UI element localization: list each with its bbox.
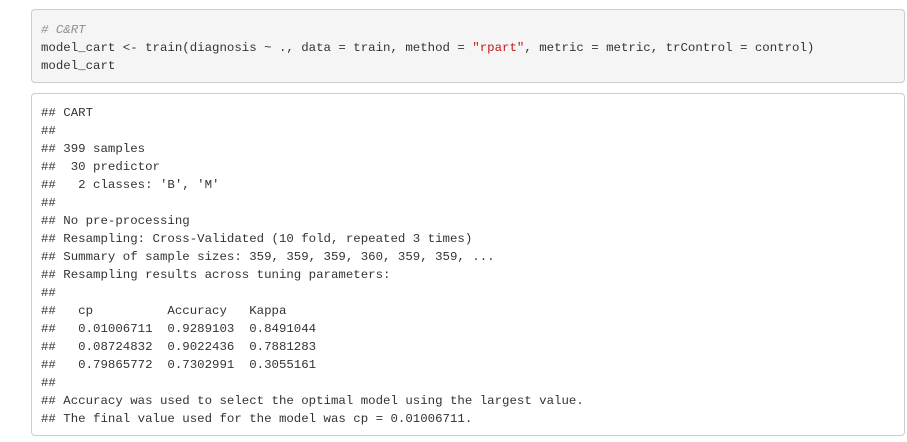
code-chunk: # C&RT model_cart <- train(diagnosis ~ .,… [31, 9, 905, 83]
output-line: ## [41, 286, 56, 300]
output-line: ## Resampling results across tuning para… [41, 268, 391, 282]
output-line: ## [41, 124, 56, 138]
output-line: ## [41, 376, 56, 390]
output-chunk: ## CART ## ## 399 samples ## 30 predictor ##… [31, 93, 905, 436]
code-line-train: model_cart <- train(diagnosis ~ ., data … [41, 39, 895, 57]
output-line: ## Summary of sample sizes: 359, 359, 35… [41, 250, 495, 264]
output-line: ## No pre-processing [41, 214, 190, 228]
output-line: ## 30 predictor [41, 160, 160, 174]
output-table-row: ## 0.79865772 0.7302991 0.3055161 [41, 358, 317, 372]
output-line: ## Resampling: Cross-Validated (10 fold,… [41, 232, 473, 246]
code-comment: # C&RT [41, 23, 86, 37]
output-table-row: ## 0.01006711 0.9289103 0.8491044 [41, 322, 317, 336]
output-line: ## [41, 196, 56, 210]
output-table-row: ## 0.08724832 0.9022436 0.7881283 [41, 340, 317, 354]
code-line-print: model_cart [41, 59, 116, 73]
output-line: ## The final value used for the model wa… [41, 412, 473, 426]
output-line: ## 399 samples [41, 142, 146, 156]
code-line-train-post: , metric = metric, trControl = control) [524, 41, 815, 55]
code-line-train-pre: model_cart <- train(diagnosis ~ ., data … [41, 41, 473, 55]
output-line: ## Accuracy was used to select the optim… [41, 394, 584, 408]
output-line: ## 2 classes: 'B', 'M' [41, 178, 220, 192]
output-line: ## CART [41, 106, 94, 120]
output-table-header: ## cp Accuracy Kappa [41, 304, 287, 318]
code-string-rpart: "rpart" [472, 41, 525, 55]
